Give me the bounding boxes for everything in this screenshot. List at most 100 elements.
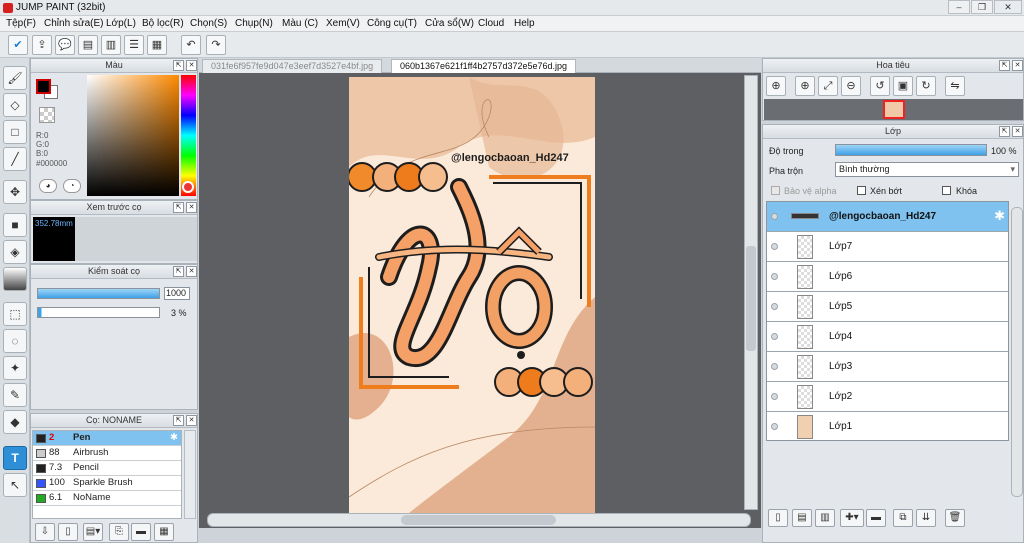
text-panel-icon[interactable]: ▤ xyxy=(78,35,98,55)
close-button[interactable]: ✕ xyxy=(994,0,1022,14)
rectangle-tool-icon[interactable]: □ xyxy=(3,120,27,144)
copy-brush-icon[interactable]: ⎘ xyxy=(109,523,129,541)
magic-wand-icon[interactable]: ✦ xyxy=(3,356,27,380)
fit-screen-icon[interactable]: ⤢ xyxy=(818,76,838,96)
layer-folder-icon[interactable]: ▬ xyxy=(866,509,886,527)
foreground-color-swatch[interactable] xyxy=(36,79,51,94)
panel-close-icon[interactable]: ✕ xyxy=(1012,60,1023,71)
layer-row[interactable]: Lớp2 xyxy=(767,382,1008,412)
text-tool-icon[interactable]: T xyxy=(3,446,27,470)
brush-item-noname[interactable]: 6.1 NoName xyxy=(33,491,181,506)
lock-checkbox[interactable] xyxy=(942,186,951,195)
hue-slider-handle[interactable] xyxy=(182,181,194,193)
brush-size-slider[interactable] xyxy=(37,288,160,299)
document-icon[interactable]: ▥ xyxy=(101,35,121,55)
eyedropper-icon[interactable]: ◔ xyxy=(63,179,81,193)
delete-layer-icon[interactable]: 🗑 xyxy=(945,509,965,527)
menu-filter[interactable]: Bộ lọc(R) xyxy=(142,18,184,29)
brush-grid-icon[interactable]: ▦ xyxy=(154,523,174,541)
visibility-icon[interactable] xyxy=(771,213,778,220)
visibility-icon[interactable] xyxy=(771,243,778,250)
brush-item-airbrush[interactable]: 88 Airbrush xyxy=(33,446,181,461)
color-saturation-field[interactable] xyxy=(87,75,179,196)
rotate-left-icon[interactable]: ↺ xyxy=(870,76,890,96)
list-icon[interactable]: ☰ xyxy=(124,35,144,55)
grid-icon[interactable]: ▦ xyxy=(147,35,167,55)
brush-item-sparkle[interactable]: 100 Sparkle Brush xyxy=(33,476,181,491)
horizontal-scrollbar-thumb[interactable] xyxy=(401,515,556,525)
layer-row[interactable]: Lớp4 xyxy=(767,322,1008,352)
gradient-tool-icon[interactable] xyxy=(3,267,27,291)
visibility-icon[interactable] xyxy=(771,393,778,400)
move-tool-icon[interactable]: ✥ xyxy=(3,180,27,204)
select-pen-icon[interactable]: ✎ xyxy=(3,383,27,407)
layer-list-scrollbar[interactable] xyxy=(1011,207,1023,497)
visibility-icon[interactable] xyxy=(771,363,778,370)
layer-row[interactable]: Lớp3 xyxy=(767,352,1008,382)
visibility-icon[interactable] xyxy=(771,303,778,310)
menu-edit[interactable]: Chỉnh sửa(E) xyxy=(44,18,104,29)
fill-rect-tool-icon[interactable]: ■ xyxy=(3,213,27,237)
menu-select[interactable]: Chọn(S) xyxy=(190,18,227,29)
canvas-workspace[interactable]: @lengocbaoan_Hd247 xyxy=(199,73,761,528)
panel-close-icon[interactable]: ✕ xyxy=(1012,126,1023,137)
layer-opacity-slider[interactable] xyxy=(835,144,987,156)
redo-icon[interactable]: ↷ xyxy=(206,35,226,55)
zoom-in-icon[interactable]: ⊕ xyxy=(795,76,815,96)
select-eraser-icon[interactable]: ◆ xyxy=(3,410,27,434)
brush-item-pen[interactable]: 2 Pen ✱ xyxy=(33,431,181,446)
maximize-button[interactable]: ❐ xyxy=(971,0,993,14)
new-layer-1bit-icon[interactable]: ▥ xyxy=(815,509,835,527)
menu-window[interactable]: Cửa sổ(W) xyxy=(425,18,474,29)
new-brush-icon[interactable]: ▯ xyxy=(58,523,78,541)
menu-help[interactable]: Help xyxy=(514,18,535,29)
artwork-canvas[interactable]: @lengocbaoan_Hd247 xyxy=(349,77,595,513)
vertical-scrollbar-thumb[interactable] xyxy=(746,246,756,351)
menu-layer[interactable]: Lớp(L) xyxy=(106,18,136,29)
cloud-check-icon[interactable]: ✔ xyxy=(8,35,28,55)
new-layer-8bit-icon[interactable]: ▤ xyxy=(792,509,812,527)
blend-mode-select[interactable]: Bình thường ▾ xyxy=(835,162,1019,177)
zoom-out-icon[interactable]: ⊖ xyxy=(841,76,861,96)
panel-undock-icon[interactable]: ⇱ xyxy=(173,60,184,71)
brush-settings-icon[interactable]: ✱ xyxy=(170,431,178,445)
zoom-fit-icon[interactable]: ⊕ xyxy=(766,76,786,96)
brush-menu-icon[interactable]: ▤▾ xyxy=(83,523,103,541)
panel-undock-icon[interactable]: ⇱ xyxy=(173,202,184,213)
cloud-download-icon[interactable]: ⇩ xyxy=(35,523,55,541)
brush-size-input[interactable]: 1000 xyxy=(164,287,190,300)
panel-undock-icon[interactable]: ⇱ xyxy=(173,415,184,426)
panel-undock-icon[interactable]: ⇱ xyxy=(173,266,184,277)
menu-tools[interactable]: Công cụ(T) xyxy=(367,18,417,29)
reset-rotation-icon[interactable]: ▣ xyxy=(893,76,913,96)
menu-capture[interactable]: Chụp(N) xyxy=(235,18,273,29)
select-rect-icon[interactable]: ⬚ xyxy=(3,302,27,326)
layer-row[interactable]: Lớp5 xyxy=(767,292,1008,322)
export-icon[interactable]: ⇪ xyxy=(32,35,52,55)
brush-list-scrollbar[interactable] xyxy=(184,430,196,519)
panel-close-icon[interactable]: ✕ xyxy=(186,266,197,277)
visibility-icon[interactable] xyxy=(771,423,778,430)
flip-icon[interactable]: ⇋ xyxy=(945,76,965,96)
menu-file[interactable]: Tệp(F) xyxy=(6,18,36,29)
comment-icon[interactable]: 💬 xyxy=(55,35,75,55)
palette-icon[interactable]: ◕ xyxy=(39,179,57,193)
layer-row[interactable]: Lớp7 xyxy=(767,232,1008,262)
protect-alpha-checkbox[interactable] xyxy=(771,186,780,195)
brush-opacity-slider[interactable] xyxy=(37,307,160,318)
clip-checkbox[interactable] xyxy=(857,186,866,195)
duplicate-layer-icon[interactable]: ⧉ xyxy=(893,509,913,527)
undo-icon[interactable]: ↶ xyxy=(181,35,201,55)
brush-item-pencil[interactable]: 7.3 Pencil xyxy=(33,461,181,476)
line-tool-icon[interactable]: ╱ xyxy=(3,147,27,171)
layer-row[interactable]: Lớp6 xyxy=(767,262,1008,292)
layer-settings-icon[interactable]: ✱ xyxy=(994,208,1005,224)
merge-layer-icon[interactable]: ⇊ xyxy=(916,509,936,527)
panel-undock-icon[interactable]: ⇱ xyxy=(999,60,1010,71)
operation-tool-icon[interactable]: ↖ xyxy=(3,473,27,497)
panel-close-icon[interactable]: ✕ xyxy=(186,60,197,71)
lasso-icon[interactable]: ◌ xyxy=(3,329,27,353)
visibility-icon[interactable] xyxy=(771,273,778,280)
rotate-right-icon[interactable]: ↻ xyxy=(916,76,936,96)
visibility-icon[interactable] xyxy=(771,333,778,340)
